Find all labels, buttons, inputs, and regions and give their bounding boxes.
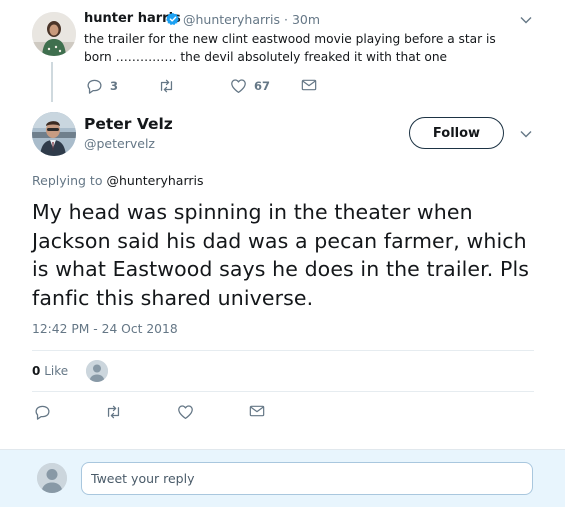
main-tweet-text: My head was spinning in the theater when… [32, 200, 530, 310]
retweet-icon [105, 404, 122, 420]
thread-connector-line [51, 62, 53, 102]
like-count: 67 [254, 79, 271, 93]
divider [32, 391, 534, 392]
envelope-icon [249, 404, 265, 418]
parent-tweet-avatar[interactable] [32, 12, 76, 56]
replying-to-link[interactable]: @hunteryharris [106, 173, 203, 188]
chevron-down-icon[interactable] [519, 13, 533, 27]
heart-icon [230, 78, 247, 94]
follow-button[interactable]: Follow [409, 117, 504, 149]
likes-summary[interactable]: 0 Like [32, 364, 68, 378]
reply-icon [34, 404, 51, 420]
like-action[interactable] [177, 404, 194, 420]
retweet-action[interactable] [105, 404, 122, 420]
retweet-action[interactable] [158, 78, 182, 94]
reply-count: 3 [110, 79, 119, 93]
likes-count: 0 [32, 364, 41, 378]
current-user-avatar[interactable] [37, 463, 67, 493]
heart-icon [177, 404, 194, 420]
divider [32, 350, 534, 351]
reply-action[interactable] [34, 404, 51, 420]
parent-tweet-time[interactable]: · 30m [284, 12, 320, 27]
parent-tweet-text: the trailer for the new clint eastwood m… [84, 32, 496, 64]
direct-message-action[interactable] [249, 404, 265, 418]
replying-to-line: Replying to @hunteryharris [32, 173, 204, 188]
parent-author-handle[interactable]: @hunteryharris [183, 12, 280, 27]
likes-label: Like [44, 364, 69, 378]
direct-message-action[interactable] [301, 78, 317, 92]
retweet-icon [158, 78, 175, 94]
envelope-icon [301, 78, 317, 92]
main-author-handle[interactable]: @petervelz [84, 136, 155, 151]
reply-icon [86, 78, 103, 94]
tweet-timestamp[interactable]: 12:42 PM - 24 Oct 2018 [32, 322, 178, 336]
tweet-reply-input[interactable] [81, 462, 533, 495]
liker-avatar[interactable] [86, 360, 108, 382]
main-author-name[interactable]: Peter Velz [84, 115, 173, 133]
replying-to-prefix: Replying to [32, 173, 103, 188]
like-action[interactable]: 67 [230, 78, 270, 94]
main-tweet-avatar[interactable] [32, 112, 76, 156]
verified-badge-icon [166, 12, 180, 26]
chevron-down-icon[interactable] [519, 127, 533, 141]
reply-action[interactable]: 3 [86, 78, 118, 94]
